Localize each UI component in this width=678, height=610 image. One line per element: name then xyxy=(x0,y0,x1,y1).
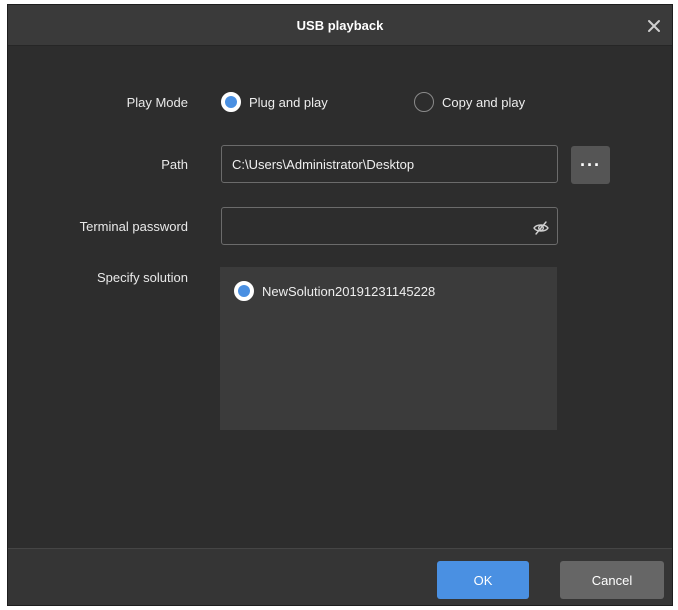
dialog-footer: OK Cancel xyxy=(8,548,672,605)
browse-button[interactable]: ··· xyxy=(571,146,610,184)
radio-plug-and-play-label: Plug and play xyxy=(249,94,328,110)
solution-list-item[interactable]: NewSolution20191231145228 xyxy=(234,281,435,301)
terminal-password-input[interactable] xyxy=(221,207,558,245)
eye-hidden-icon[interactable] xyxy=(532,219,550,237)
path-label: Path xyxy=(161,157,188,172)
radio-unchecked-icon xyxy=(414,92,434,112)
path-input[interactable] xyxy=(221,145,558,183)
close-icon xyxy=(648,20,660,32)
title-bar: USB playback xyxy=(8,5,672,46)
terminal-password-label: Terminal password xyxy=(79,219,188,234)
radio-checked-icon xyxy=(221,92,241,112)
play-mode-label: Play Mode xyxy=(126,95,188,110)
ok-button[interactable]: OK xyxy=(437,561,529,599)
cancel-button[interactable]: Cancel xyxy=(560,561,664,599)
radio-plug-and-play[interactable]: Plug and play xyxy=(221,92,328,112)
specify-solution-label: Specify solution xyxy=(96,270,188,285)
radio-copy-and-play[interactable]: Copy and play xyxy=(414,92,525,112)
solution-list: NewSolution20191231145228 xyxy=(220,267,557,430)
dialog-title: USB playback xyxy=(296,18,384,33)
radio-checked-icon xyxy=(234,281,254,301)
radio-copy-and-play-label: Copy and play xyxy=(442,94,526,110)
solution-item-label: NewSolution20191231145228 xyxy=(262,283,436,299)
usb-playback-dialog: USB playback Play Mode Plug and play Cop… xyxy=(7,4,673,606)
close-button[interactable] xyxy=(646,18,662,34)
